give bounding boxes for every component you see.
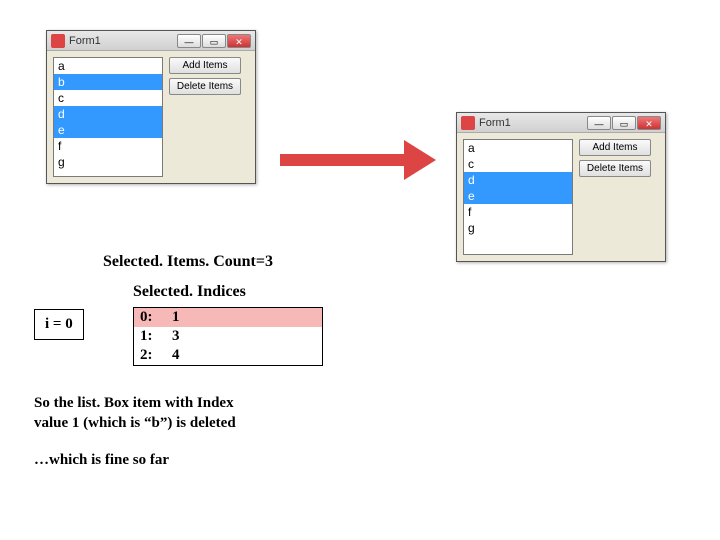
list-item[interactable]: d (54, 106, 162, 122)
list-item[interactable]: d (464, 172, 572, 188)
table-row: 2:4 (134, 346, 322, 365)
add-items-button[interactable]: Add Items (579, 139, 651, 156)
index-key: 2: (134, 346, 170, 365)
index-value: 3 (170, 327, 200, 346)
list-item[interactable]: e (464, 188, 572, 204)
list-item[interactable]: a (464, 140, 572, 156)
close-button[interactable]: ✕ (637, 116, 661, 130)
delete-items-button[interactable]: Delete Items (579, 160, 651, 177)
selected-items-count: Selected. Items. Count=3 (103, 253, 273, 271)
window-form1-after: Form1 — ▭ ✕ acdefg Add Items Delete Item… (456, 112, 666, 262)
button-column: Add Items Delete Items (579, 139, 651, 255)
titlebar: Form1 — ▭ ✕ (47, 31, 255, 51)
list-item[interactable]: f (464, 204, 572, 220)
index-value: 1 (170, 308, 200, 327)
selected-indices-table: 0:11:32:4 (133, 307, 323, 366)
list-item[interactable]: g (464, 220, 572, 236)
list-item[interactable]: a (54, 58, 162, 74)
maximize-button[interactable]: ▭ (202, 34, 226, 48)
window-title: Form1 (479, 117, 587, 129)
window-body: acdefg Add Items Delete Items (457, 133, 665, 261)
close-button[interactable]: ✕ (227, 34, 251, 48)
list-item[interactable]: b (54, 74, 162, 90)
app-icon (461, 116, 475, 130)
list-item[interactable]: e (54, 122, 162, 138)
listbox[interactable]: acdefg (463, 139, 573, 255)
window-title: Form1 (69, 35, 177, 47)
window-body: abcdefg Add Items Delete Items (47, 51, 255, 183)
explanation-text-1: So the list. Box item with Index value 1… (34, 393, 236, 434)
minimize-button[interactable]: — (177, 34, 201, 48)
index-key: 0: (134, 308, 170, 327)
table-row: 1:3 (134, 327, 322, 346)
explanation-line: value 1 (which is “b”) is deleted (34, 415, 236, 431)
delete-items-button[interactable]: Delete Items (169, 78, 241, 95)
listbox[interactable]: abcdefg (53, 57, 163, 177)
window-form1-before: Form1 — ▭ ✕ abcdefg Add Items Delete Ite… (46, 30, 256, 184)
list-item[interactable]: c (54, 90, 162, 106)
app-icon (51, 34, 65, 48)
minimize-button[interactable]: — (587, 116, 611, 130)
list-item[interactable]: c (464, 156, 572, 172)
list-item[interactable]: g (54, 154, 162, 170)
selected-indices-header: Selected. Indices (133, 283, 323, 301)
titlebar: Form1 — ▭ ✕ (457, 113, 665, 133)
i-variable: i = 0 (34, 309, 84, 340)
explanation-line: So the list. Box item with Index (34, 395, 234, 411)
arrow-icon (280, 140, 440, 180)
table-row: 0:1 (134, 308, 322, 327)
button-column: Add Items Delete Items (169, 57, 241, 177)
selected-indices-block: Selected. Indices 0:11:32:4 (133, 283, 323, 366)
index-key: 1: (134, 327, 170, 346)
maximize-button[interactable]: ▭ (612, 116, 636, 130)
add-items-button[interactable]: Add Items (169, 57, 241, 74)
window-buttons: — ▭ ✕ (587, 116, 661, 130)
index-value: 4 (170, 346, 200, 365)
list-item[interactable]: f (54, 138, 162, 154)
explanation-text-2: …which is fine so far (34, 452, 169, 469)
window-buttons: — ▭ ✕ (177, 34, 251, 48)
